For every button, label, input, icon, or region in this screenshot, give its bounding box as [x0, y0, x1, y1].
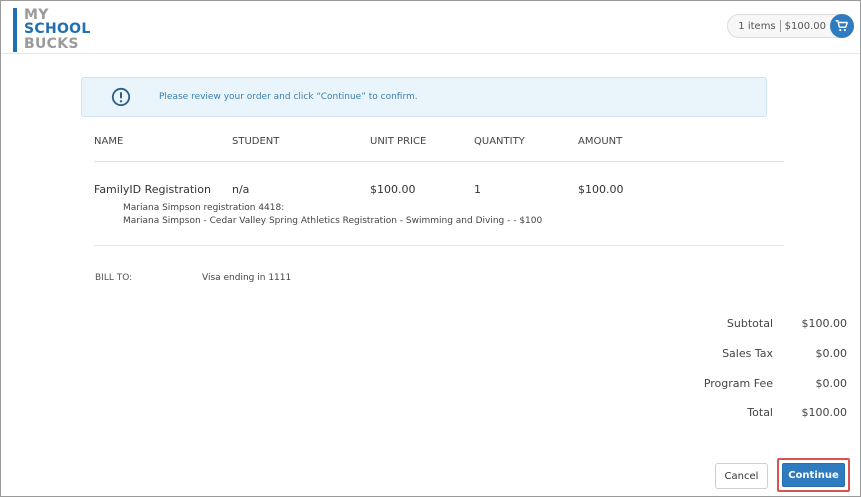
cart-items-count: 1 items	[738, 20, 776, 32]
row-detail-description: Mariana Simpson - Cedar Valley Spring At…	[123, 216, 543, 226]
column-header-name: NAME	[94, 136, 124, 147]
column-header-unit-price: UNIT PRICE	[370, 136, 427, 147]
cancel-button[interactable]: Cancel	[715, 463, 768, 489]
myschoolbucks-logo[interactable]: MY SCHOOL BUCKS	[13, 8, 91, 52]
logo-line-bucks: BUCKS	[24, 36, 79, 52]
total-value: $100.00	[801, 406, 848, 419]
row-student: n/a	[232, 183, 250, 196]
logo-line-my: MY	[24, 7, 49, 23]
row-name: FamilyID Registration	[94, 183, 211, 196]
row-amount: $100.00	[578, 183, 624, 196]
sales-tax-value: $0.00	[815, 347, 848, 360]
sales-tax-label: Sales Tax	[722, 347, 773, 360]
column-header-student: STUDENT	[232, 136, 280, 147]
alert-message: Please review your order and click “Cont…	[159, 92, 418, 102]
review-alert: Please review your order and click “Cont…	[81, 77, 767, 117]
column-header-amount: AMOUNT	[578, 136, 623, 147]
header: MY SCHOOL BUCKS 1 items $100.00	[2, 2, 860, 54]
bill-to-label: BILL TO:	[95, 273, 133, 283]
row-unit-price: $100.00	[370, 183, 416, 196]
table-row: FamilyID Registration n/a $100.00 1 $100…	[94, 183, 784, 203]
cart-summary[interactable]: 1 items $100.00	[727, 14, 854, 38]
page-frame: MY SCHOOL BUCKS 1 items $100.00 Please r…	[0, 0, 861, 497]
order-table-header: NAME STUDENT UNIT PRICE QUANTITY AMOUNT	[94, 136, 784, 162]
continue-highlight: Continue	[777, 458, 850, 492]
row-quantity: 1	[474, 183, 481, 196]
bill-to-value: Visa ending in 1111	[202, 273, 292, 283]
program-fee-value: $0.00	[815, 377, 848, 390]
cart-amount: $100.00	[784, 20, 826, 32]
row-detail-registration: Mariana Simpson registration 4418:	[123, 203, 285, 213]
column-header-quantity: QUANTITY	[474, 136, 525, 147]
row-divider	[94, 245, 784, 246]
program-fee-label: Program Fee	[703, 377, 773, 390]
exclamation-circle-icon	[111, 87, 131, 107]
logo-line-school: SCHOOL	[24, 21, 91, 37]
cart-button[interactable]	[830, 14, 854, 38]
cart-divider	[779, 20, 781, 32]
total-label: Total	[747, 406, 773, 419]
cart-icon	[835, 20, 848, 32]
continue-button[interactable]: Continue	[782, 463, 845, 487]
subtotal-label: Subtotal	[726, 317, 773, 330]
subtotal-value: $100.00	[801, 317, 848, 330]
